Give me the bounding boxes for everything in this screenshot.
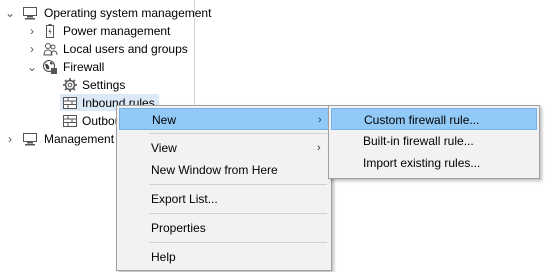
firewall-rules-icon bbox=[63, 97, 77, 109]
menu-item-label: Export List... bbox=[151, 192, 218, 206]
battery-icon bbox=[46, 24, 54, 38]
menu-separator bbox=[149, 213, 327, 214]
firewall-globe-icon bbox=[43, 60, 57, 74]
firewall-rules-icon bbox=[63, 115, 77, 127]
menu-item-label: View bbox=[151, 141, 177, 155]
gear-icon bbox=[63, 78, 77, 92]
tree-item-operating-system-management[interactable]: ⌄ Operating system management bbox=[0, 4, 211, 22]
menu-item-new-window-from-here[interactable]: New Window from Here bbox=[119, 159, 329, 181]
tree-item-label: Management bbox=[44, 132, 115, 146]
submenu-item-built-in-firewall-rule[interactable]: Built-in firewall rule... bbox=[331, 130, 537, 152]
new-submenu: Custom firewall rule... Built-in firewal… bbox=[328, 105, 540, 179]
menu-separator bbox=[149, 133, 327, 134]
chevron-right-icon[interactable]: › bbox=[26, 22, 38, 40]
menu-item-view[interactable]: View › bbox=[119, 137, 329, 159]
menu-item-label: Help bbox=[151, 250, 176, 264]
computer-icon bbox=[23, 7, 37, 20]
menu-item-label: Properties bbox=[151, 221, 206, 235]
menu-item-label: Custom firewall rule... bbox=[364, 113, 480, 127]
tree-item-firewall[interactable]: ⌄ Firewall bbox=[0, 58, 194, 76]
tree-item-local-users-and-groups[interactable]: › Local users and groups bbox=[0, 40, 194, 58]
submenu-item-import-existing-rules[interactable]: Import existing rules... bbox=[331, 152, 537, 174]
menu-item-properties[interactable]: Properties bbox=[119, 217, 329, 239]
menu-item-help[interactable]: Help bbox=[119, 246, 329, 268]
users-icon bbox=[43, 43, 58, 56]
computer-icon bbox=[23, 133, 37, 146]
tree-item-label: Local users and groups bbox=[63, 42, 188, 56]
chevron-right-icon: › bbox=[318, 114, 322, 126]
tree-item-label: Firewall bbox=[63, 60, 105, 74]
menu-item-label: New Window from Here bbox=[151, 163, 278, 177]
tree-item-settings[interactable]: Settings bbox=[0, 76, 194, 94]
chevron-down-icon[interactable]: ⌄ bbox=[26, 58, 38, 76]
menu-item-label: New bbox=[152, 113, 177, 127]
submenu-item-custom-firewall-rule[interactable]: Custom firewall rule... bbox=[331, 108, 537, 130]
menu-item-new[interactable]: New › bbox=[119, 108, 329, 130]
chevron-right-icon[interactable]: › bbox=[26, 40, 38, 58]
chevron-down-icon[interactable]: ⌄ bbox=[4, 4, 16, 22]
menu-item-label: Import existing rules... bbox=[363, 156, 481, 170]
tree-item-label: Settings bbox=[82, 78, 126, 92]
tree-item-label: Power management bbox=[63, 24, 171, 38]
menu-separator bbox=[149, 184, 327, 185]
context-menu: New › View › New Window from Here Export… bbox=[116, 105, 332, 271]
menu-item-export-list[interactable]: Export List... bbox=[119, 188, 329, 210]
chevron-right-icon: › bbox=[317, 142, 321, 154]
tree-item-label: Operating system management bbox=[44, 6, 212, 20]
chevron-right-icon[interactable]: › bbox=[4, 130, 16, 148]
tree-item-power-management[interactable]: › Power management bbox=[0, 22, 194, 40]
menu-separator bbox=[149, 242, 327, 243]
menu-item-label: Built-in firewall rule... bbox=[363, 134, 474, 148]
